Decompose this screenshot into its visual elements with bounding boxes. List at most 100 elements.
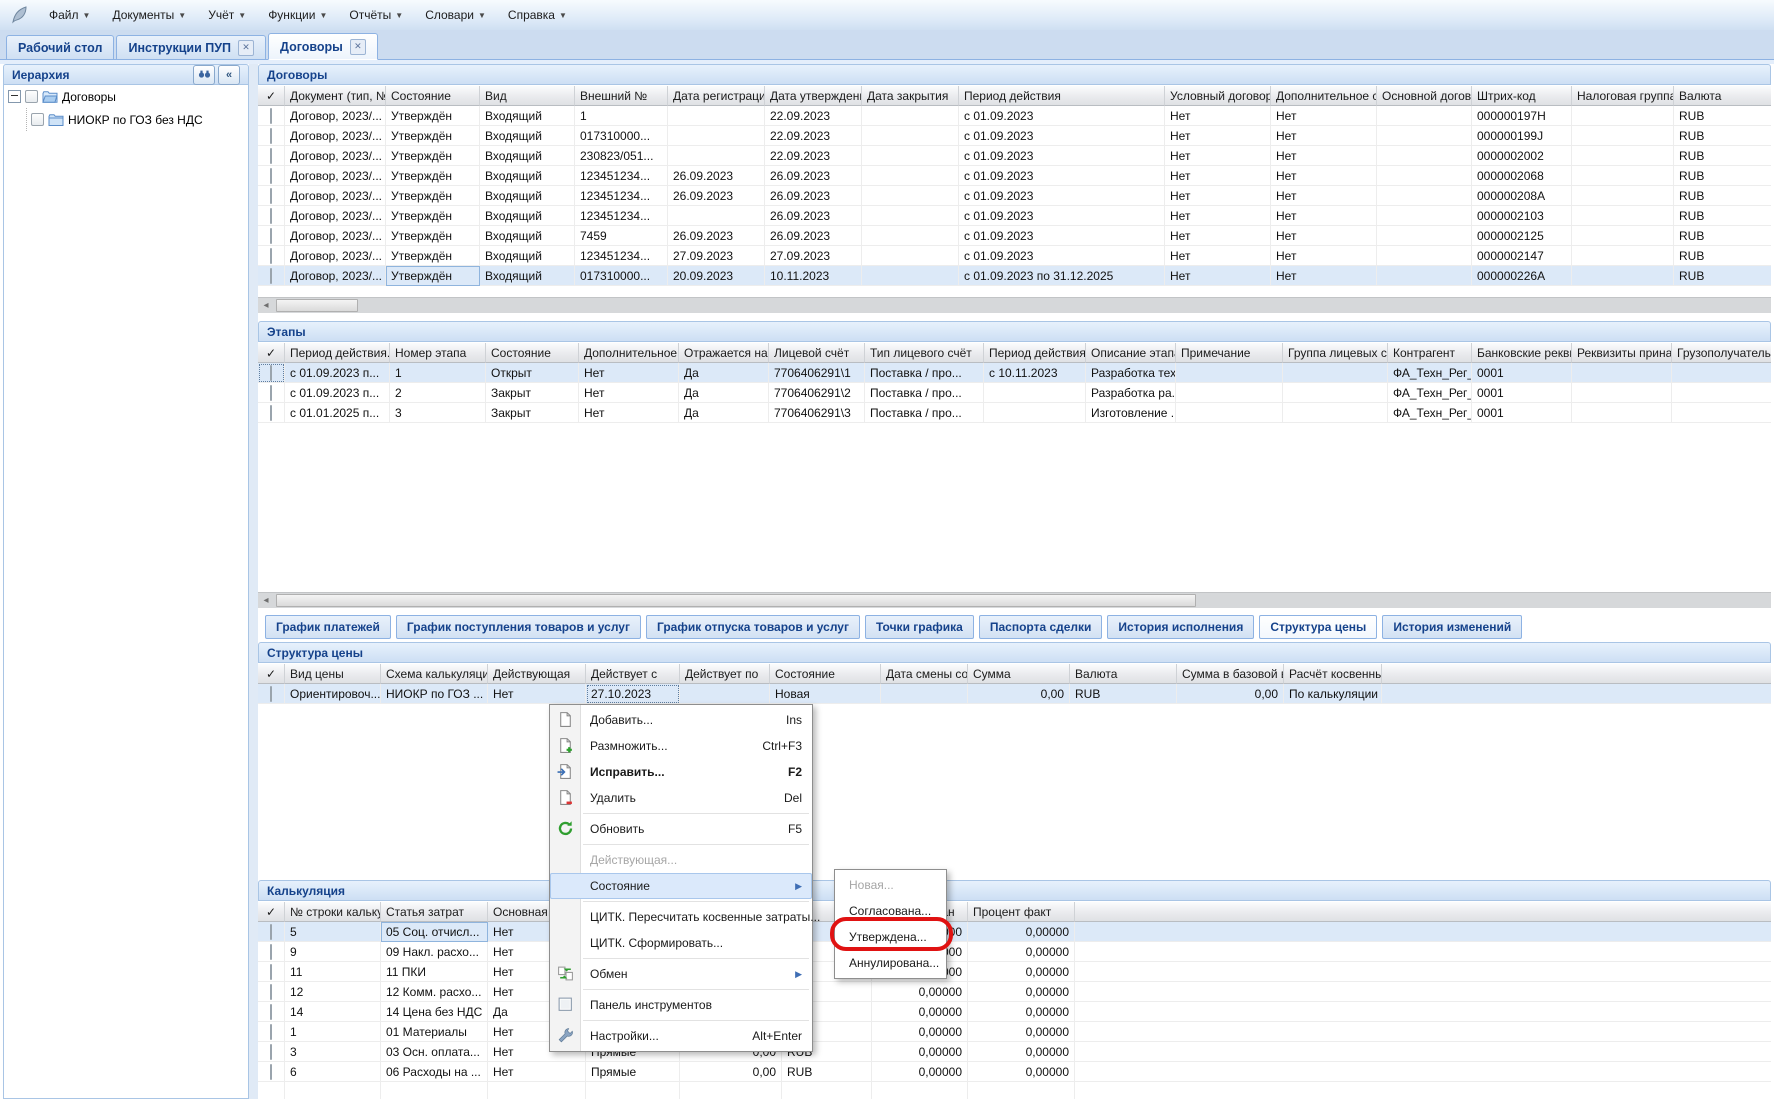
column-header[interactable]: ✓ <box>258 902 285 922</box>
cell[interactable]: 27.09.2023 <box>765 246 862 266</box>
cell[interactable]: 5 <box>285 922 381 942</box>
menu-item-14[interactable]: Обмен▶ <box>550 961 812 987</box>
cell[interactable] <box>1377 146 1472 166</box>
column-header[interactable]: Штрих-код <box>1472 86 1572 106</box>
row-checkbox[interactable] <box>270 405 272 421</box>
table-row[interactable]: Договор, 2023/...УтверждёнВходящий745926… <box>258 226 1771 246</box>
cell[interactable]: Утверждён <box>386 226 480 246</box>
row-checkbox-cell[interactable] <box>258 1082 285 1099</box>
cell[interactable] <box>1075 1022 1771 1042</box>
cell[interactable] <box>668 146 765 166</box>
row-checkbox-cell[interactable] <box>258 146 285 166</box>
column-header[interactable]: Группа лицевых с <box>1283 343 1388 363</box>
row-checkbox[interactable] <box>270 365 272 381</box>
cell[interactable] <box>1075 1002 1771 1022</box>
cell[interactable]: 26.09.2023 <box>765 166 862 186</box>
row-checkbox[interactable] <box>270 268 272 284</box>
cell[interactable]: Договор, 2023/... <box>285 266 386 286</box>
cell[interactable]: Утверждён <box>386 246 480 266</box>
cell[interactable]: 14 <box>285 1002 381 1022</box>
cell[interactable]: 000000199J <box>1472 126 1572 146</box>
cell[interactable]: Нет <box>579 383 679 403</box>
table-row[interactable]: Ориентировоч...НИОКР по ГОЗ ...Нет27.10.… <box>258 684 1771 704</box>
detail-tab-8[interactable]: История изменений <box>1382 615 1522 639</box>
menubar-item-7[interactable]: Справка▼ <box>497 4 578 26</box>
cell[interactable]: Нет <box>1165 166 1271 186</box>
cell[interactable]: ФА_Техн_Рег_... <box>1388 403 1472 423</box>
column-header[interactable]: Состояние <box>486 343 579 363</box>
menubar-item-4[interactable]: Функции▼ <box>257 4 338 26</box>
cell[interactable]: Нет <box>488 1062 586 1082</box>
cell[interactable]: 0,00000 <box>968 982 1075 1002</box>
table-row[interactable]: Договор, 2023/...УтверждёнВходящий123451… <box>258 206 1771 226</box>
cell[interactable] <box>862 226 959 246</box>
cell[interactable]: с 01.09.2023 <box>959 206 1165 226</box>
row-checkbox[interactable] <box>270 686 272 702</box>
column-header[interactable] <box>1382 664 1771 684</box>
cell[interactable] <box>1176 383 1283 403</box>
row-checkbox[interactable] <box>270 984 272 1000</box>
cell[interactable]: Договор, 2023/... <box>285 126 386 146</box>
cell[interactable]: Входящий <box>480 146 575 166</box>
table-row[interactable]: 505 Соц. отчисл...НетПрямые0,00RUB0,0000… <box>258 922 1771 942</box>
tab-3[interactable]: Договоры✕ <box>268 33 378 60</box>
tab-2[interactable]: Инструкции ПУП✕ <box>116 35 266 59</box>
cell[interactable]: RUB <box>1070 684 1177 704</box>
column-header[interactable] <box>1075 902 1771 922</box>
row-checkbox[interactable] <box>270 924 272 940</box>
cell[interactable]: 017310000... <box>575 266 668 286</box>
row-checkbox[interactable] <box>270 208 272 224</box>
cell[interactable]: Входящий <box>480 166 575 186</box>
cell[interactable]: Утверждён <box>386 266 480 286</box>
cell[interactable] <box>586 1082 680 1099</box>
cell[interactable]: 3 <box>390 403 486 423</box>
cell[interactable] <box>881 684 968 704</box>
tree-node-checkbox[interactable] <box>25 90 38 103</box>
cell[interactable]: 0,00000 <box>968 962 1075 982</box>
cell[interactable]: Нет <box>1271 126 1377 146</box>
cell[interactable] <box>680 684 770 704</box>
tree-expander-icon[interactable] <box>8 90 21 103</box>
cell[interactable]: 11 ПКИ <box>381 962 488 982</box>
menu-item-1[interactable]: Добавить...Ins <box>550 707 812 733</box>
cell[interactable] <box>1572 246 1674 266</box>
column-header[interactable]: Вид цены <box>285 664 381 684</box>
cell[interactable]: 3 <box>285 1042 381 1062</box>
row-checkbox[interactable] <box>270 1024 272 1040</box>
row-checkbox-cell[interactable] <box>258 126 285 146</box>
row-checkbox-cell[interactable] <box>258 106 285 126</box>
cell[interactable]: Нет <box>1165 106 1271 126</box>
detail-tab-1[interactable]: График платежей <box>265 615 391 639</box>
cell[interactable]: RUB <box>1674 126 1771 146</box>
cell[interactable]: Закрыт <box>486 403 579 423</box>
menubar-item-5[interactable]: Отчёты▼ <box>338 4 414 26</box>
scroll-left-icon[interactable]: ◂ <box>258 298 274 313</box>
column-header[interactable]: Примечание <box>1176 343 1283 363</box>
cell[interactable]: 0,00 <box>680 1062 782 1082</box>
cell[interactable]: RUB <box>1674 226 1771 246</box>
cell[interactable] <box>1075 982 1771 1002</box>
row-checkbox[interactable] <box>270 148 272 164</box>
cell[interactable] <box>1572 126 1674 146</box>
cell[interactable]: 123451234... <box>575 206 668 226</box>
row-checkbox[interactable] <box>270 228 272 244</box>
cell[interactable]: 20.09.2023 <box>668 266 765 286</box>
row-checkbox-cell[interactable] <box>258 1062 285 1082</box>
column-header[interactable]: Статья затрат <box>381 902 488 922</box>
cell[interactable]: 000000208A <box>1472 186 1572 206</box>
cell[interactable]: 0000002103 <box>1472 206 1572 226</box>
cell[interactable]: Нет <box>1271 226 1377 246</box>
column-header[interactable]: ✓ <box>258 86 285 106</box>
table-row[interactable]: Договор, 2023/...УтверждёнВходящий230823… <box>258 146 1771 166</box>
column-header[interactable]: Условный договор <box>1165 86 1271 106</box>
cell[interactable]: 0,00000 <box>872 1002 968 1022</box>
column-header[interactable]: Состояние <box>386 86 480 106</box>
row-checkbox-cell[interactable] <box>258 1042 285 1062</box>
cell[interactable]: 26.09.2023 <box>668 226 765 246</box>
menu-item-18[interactable]: Настройки...Alt+Enter <box>550 1023 812 1049</box>
table-row[interactable]: 909 Накл. расхо...НетПрямые0,00RUB0,0000… <box>258 942 1771 962</box>
cell[interactable]: Договор, 2023/... <box>285 226 386 246</box>
cell[interactable]: с 01.09.2023 <box>959 126 1165 146</box>
column-header[interactable]: Процент факт <box>968 902 1075 922</box>
table-row[interactable]: 101 МатериалыНетПрямые0,00RUB0,000000,00… <box>258 1022 1771 1042</box>
